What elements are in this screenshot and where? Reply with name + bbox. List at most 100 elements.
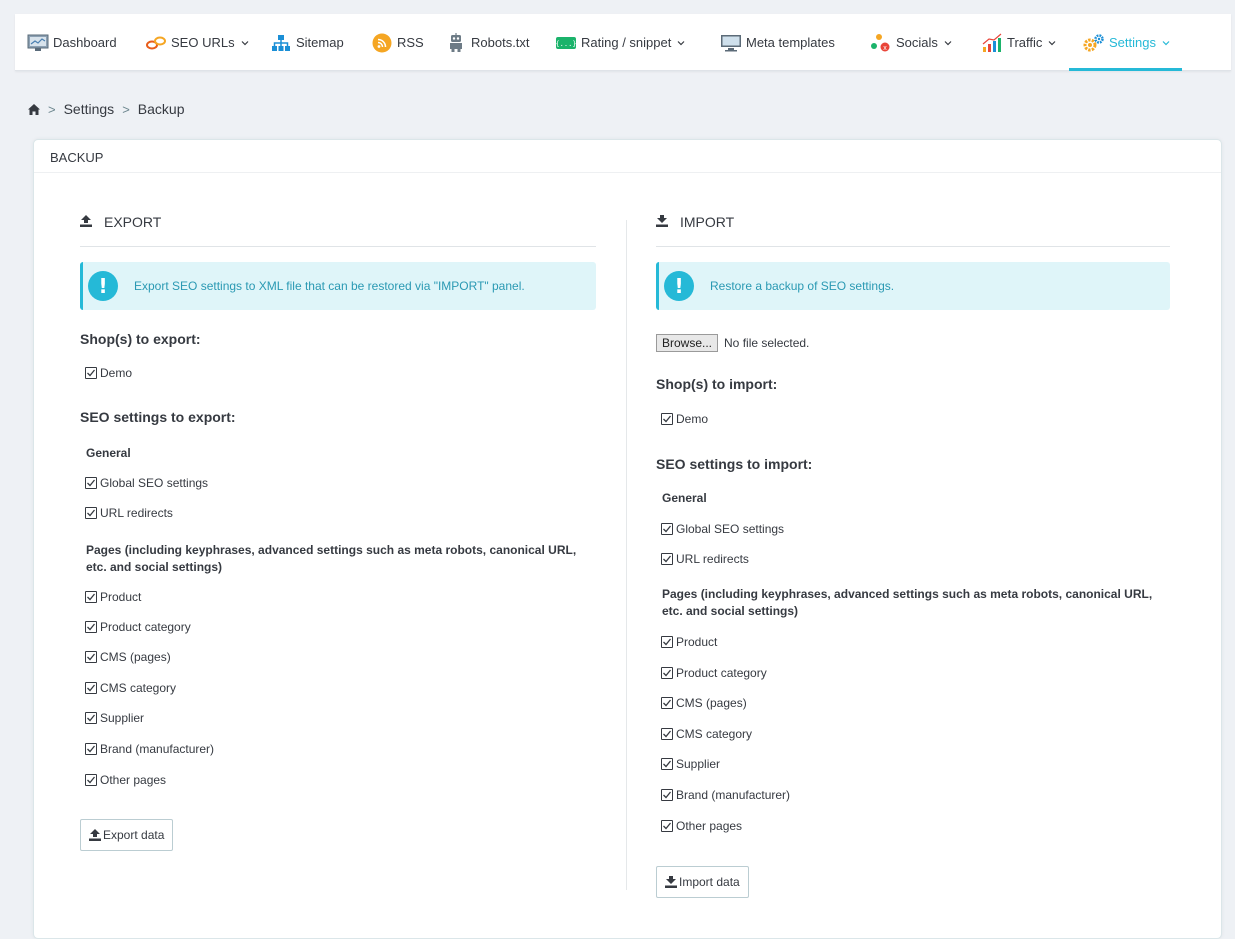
home-icon[interactable] <box>28 103 40 115</box>
gears-icon <box>1083 33 1105 53</box>
chevron-down-icon <box>677 39 685 47</box>
sitemap-icon <box>270 33 292 53</box>
upload-icon <box>89 829 101 841</box>
rss-icon <box>371 33 393 53</box>
svg-text:{...}: {...} <box>555 40 576 48</box>
checkbox-label: CMS category <box>100 681 177 695</box>
robot-icon <box>445 32 467 53</box>
traffic-chart-icon <box>981 33 1003 53</box>
import-checkbox-brand[interactable]: Brand (manufacturer) <box>661 788 790 802</box>
checkbox-label: Supplier <box>100 711 145 725</box>
export-general-label: General <box>86 446 131 460</box>
shops-to-import-label: Shop(s) to import: <box>656 376 778 392</box>
nav-traffic[interactable]: Traffic <box>981 14 1056 71</box>
checkbox-checked-icon <box>85 621 97 633</box>
download-icon <box>656 215 670 229</box>
checkbox-label: Brand (manufacturer) <box>100 742 215 756</box>
nav-settings-label: Settings <box>1109 35 1156 50</box>
nav-rss[interactable]: RSS <box>371 14 424 71</box>
nav-rss-label: RSS <box>397 35 424 50</box>
checkbox-label: Other pages <box>100 773 167 787</box>
top-navigation: Dashboard SEO URLs Sitemap RSS Robots.tx… <box>15 14 1231 71</box>
import-info-alert: ! Restore a backup of SEO settings. <box>656 262 1170 310</box>
info-icon: ! <box>664 271 694 301</box>
import-checkbox-supplier[interactable]: Supplier <box>661 757 720 771</box>
shops-to-export-label: Shop(s) to export: <box>80 331 201 347</box>
import-alert-text: Restore a backup of SEO settings. <box>710 279 895 293</box>
nav-seo-urls[interactable]: SEO URLs <box>145 14 249 71</box>
export-checkbox-brand[interactable]: Brand (manufacturer) <box>85 742 214 756</box>
browse-button[interactable]: Browse... <box>656 334 719 352</box>
checkbox-checked-icon <box>661 697 673 709</box>
export-shop-checkbox[interactable]: Demo <box>85 366 132 380</box>
checkbox-checked-icon <box>85 651 97 663</box>
checkbox-label: Product category <box>100 620 191 634</box>
import-checkbox-product[interactable]: Product <box>661 635 717 649</box>
import-checkbox-product-category[interactable]: Product category <box>661 666 767 680</box>
nav-sitemap[interactable]: Sitemap <box>270 14 344 71</box>
checkbox-label: URL redirects <box>676 552 749 566</box>
export-checkbox-supplier[interactable]: Supplier <box>85 711 144 725</box>
nav-dashboard[interactable]: Dashboard <box>27 14 117 71</box>
seo-settings-to-import-label: SEO settings to import: <box>656 456 813 472</box>
checkbox-checked-icon <box>661 636 673 648</box>
file-status: No file selected. <box>724 336 810 350</box>
import-pages-label: Pages (including keyphrases, advanced se… <box>662 587 1153 618</box>
import-title-label: IMPORT <box>680 214 735 230</box>
import-general-label: General <box>662 491 707 505</box>
chevron-down-icon <box>1162 39 1170 47</box>
checkbox-label: Product category <box>676 666 767 680</box>
nav-traffic-label: Traffic <box>1007 35 1043 50</box>
export-checkbox-cms-category[interactable]: CMS category <box>85 681 176 695</box>
chevron-down-icon <box>944 39 952 47</box>
breadcrumb: > Settings > Backup <box>28 98 184 120</box>
nav-socials-label: Socials <box>896 35 938 50</box>
checkbox-checked-icon <box>661 667 673 679</box>
nav-dashboard-label: Dashboard <box>53 35 117 50</box>
nav-settings[interactable]: Settings <box>1069 14 1182 71</box>
checkbox-checked-icon <box>661 728 673 740</box>
checkbox-label: Demo <box>100 366 133 380</box>
export-title: EXPORT <box>80 214 596 247</box>
import-checkbox-cms-category[interactable]: CMS category <box>661 727 752 741</box>
info-icon: ! <box>88 271 118 301</box>
export-checkbox-url-redirects[interactable]: URL redirects <box>85 506 173 520</box>
checkbox-label: CMS category <box>676 727 753 741</box>
checkbox-label: Product <box>676 635 718 649</box>
import-shop-checkbox[interactable]: Demo <box>661 412 708 426</box>
export-checkbox-product-category[interactable]: Product category <box>85 620 191 634</box>
export-pages-label: Pages (including keyphrases, advanced se… <box>86 543 577 574</box>
export-checkbox-product[interactable]: Product <box>85 590 141 604</box>
nav-rating-snippet-label: Rating / snippet <box>581 35 672 50</box>
export-data-button[interactable]: Export data <box>80 819 174 851</box>
import-data-button[interactable]: Import data <box>656 866 749 898</box>
export-checkbox-global-seo[interactable]: Global SEO settings <box>85 476 208 490</box>
checkbox-checked-icon <box>85 743 97 755</box>
import-checkbox-url-redirects[interactable]: URL redirects <box>661 552 749 566</box>
checkbox-checked-icon <box>85 367 97 379</box>
import-checkbox-global-seo[interactable]: Global SEO settings <box>661 522 784 536</box>
checkbox-label: CMS (pages) <box>676 696 747 710</box>
checkbox-checked-icon <box>661 523 673 535</box>
nav-socials[interactable]: x Socials <box>870 14 952 71</box>
nav-meta-templates[interactable]: Meta templates <box>720 14 835 71</box>
checkbox-checked-icon <box>85 774 97 786</box>
checkbox-label: Demo <box>676 412 709 426</box>
link-icon <box>145 33 167 53</box>
checkbox-checked-icon <box>85 477 97 489</box>
breadcrumb-separator: > <box>122 101 130 117</box>
breadcrumb-separator: > <box>48 101 56 117</box>
import-checkbox-other-pages[interactable]: Other pages <box>661 819 742 833</box>
import-checkbox-cms-pages[interactable]: CMS (pages) <box>661 696 747 710</box>
nav-rating-snippet[interactable]: {...} Rating / snippet <box>555 14 685 71</box>
seo-settings-to-export-label: SEO settings to export: <box>80 409 236 425</box>
export-checkbox-other-pages[interactable]: Other pages <box>85 773 166 787</box>
download-icon <box>665 876 677 888</box>
svg-text:x: x <box>883 45 887 52</box>
export-checkbox-cms-pages[interactable]: CMS (pages) <box>85 650 171 664</box>
nav-robots[interactable]: Robots.txt <box>445 14 530 71</box>
checkbox-label: Supplier <box>676 757 721 771</box>
nav-sitemap-label: Sitemap <box>296 35 344 50</box>
checkbox-label: Global SEO settings <box>676 522 785 536</box>
breadcrumb-settings[interactable]: Settings <box>64 101 115 117</box>
